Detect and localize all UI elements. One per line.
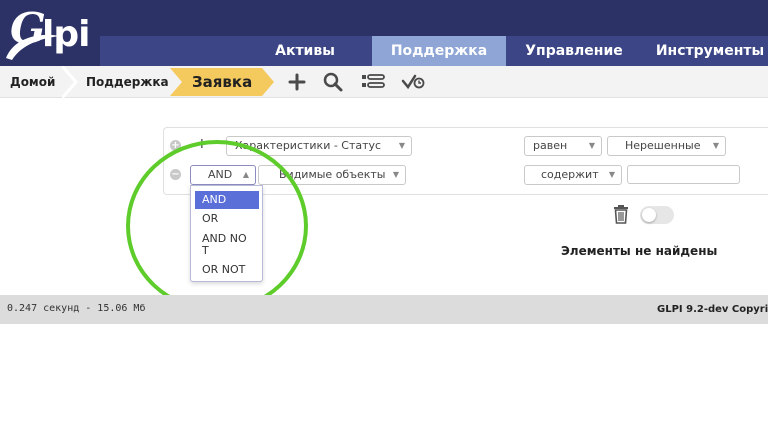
check-clock-icon[interactable] [400, 70, 426, 94]
footer-version[interactable]: GLPI 9.2-dev Copyrigl [657, 304, 768, 315]
value-input-row2[interactable] [627, 165, 740, 184]
operator-select-row2[interactable]: содержит ▼ [524, 165, 622, 185]
footer-timing: 0.247 секунд - 15.06 Мб [7, 303, 146, 314]
nav-tab-assets[interactable]: Активы [250, 36, 360, 66]
chevron-down-icon: ▼ [712, 141, 719, 150]
nav-tab-assistance[interactable]: Поддержка [372, 36, 506, 66]
nav-tab-tools[interactable]: Инструменты [648, 36, 768, 66]
no-items-message: Элементы не найдены [561, 244, 718, 258]
breadcrumb-current: Заявка [192, 73, 253, 91]
logo-wordmark: lpi [42, 14, 90, 55]
chevron-down-icon: ▼ [588, 141, 595, 150]
trash-icon[interactable] [612, 204, 630, 224]
chevron-down-icon: ▼ [392, 170, 399, 179]
breadcrumb-separator-icon [62, 66, 78, 98]
toggle-knob [642, 208, 656, 222]
nav-tab-management[interactable]: Управление [518, 36, 630, 66]
toggle-switch[interactable] [640, 206, 674, 224]
operator-select-row2-value: содержит [541, 168, 599, 181]
value-select-row1-value: Нерешенные [625, 139, 701, 152]
plus-icon[interactable] [284, 70, 310, 94]
breadcrumb-assistance[interactable]: Поддержка [86, 66, 169, 98]
list-icon[interactable] [360, 70, 386, 94]
operator-select-row1-value: равен [533, 139, 568, 152]
search-icon[interactable] [320, 70, 346, 94]
logo-letter: G [10, 4, 46, 53]
chevron-down-icon: ▼ [398, 141, 405, 150]
glpi-logo[interactable]: G lpi [4, 2, 114, 64]
value-select-row1[interactable]: Нерешенные ▼ [607, 136, 726, 156]
operator-select-row1[interactable]: равен ▼ [524, 136, 602, 156]
chevron-down-icon: ▼ [608, 170, 615, 179]
breadcrumb-home[interactable]: Домой [10, 66, 55, 98]
highlight-circle [126, 140, 308, 312]
